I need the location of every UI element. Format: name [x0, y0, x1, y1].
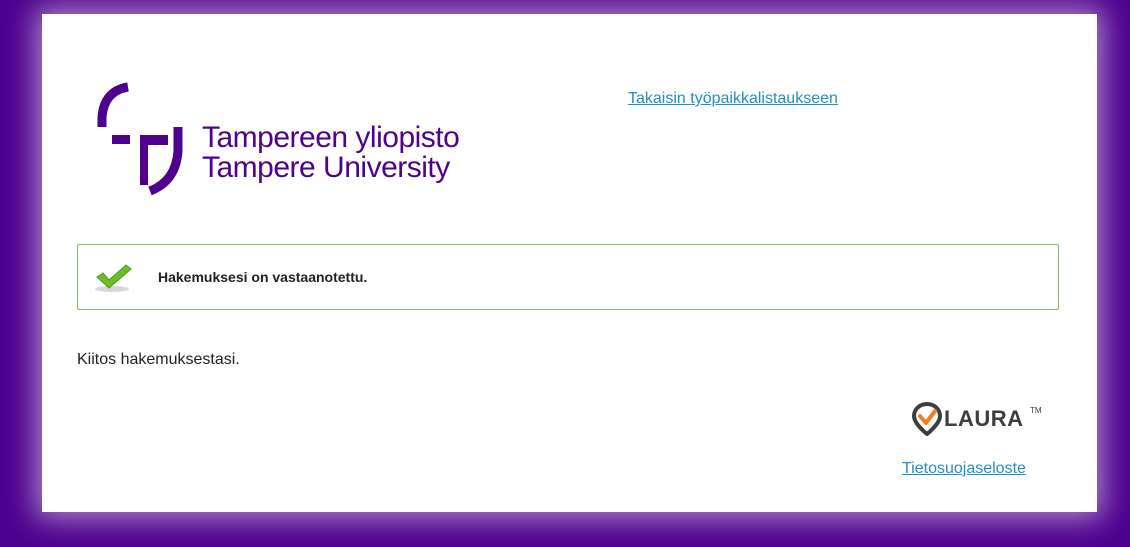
back-to-job-listings-link[interactable]: Takaisin työpaikkalistaukseen: [628, 90, 838, 108]
trademark-mark: TM: [1030, 406, 1042, 415]
logo-line-english: Tampere University: [202, 151, 450, 184]
laura-logo: LAURA TM: [912, 400, 1052, 440]
main-card: Tampereen yliopisto Tampere University T…: [42, 14, 1097, 512]
laura-brand-text: LAURA: [944, 406, 1024, 431]
tampere-logo-icon: [97, 82, 183, 196]
laura-pin-icon: [912, 402, 942, 436]
success-alert: Hakemuksesi on vastaanotettu.: [77, 244, 1059, 310]
university-logo: Tampereen yliopisto Tampere University: [90, 69, 510, 199]
thanks-message: Kiitos hakemuksestasi.: [77, 351, 240, 368]
alert-message: Hakemuksesi on vastaanotettu.: [158, 269, 368, 285]
logo-text: Tampereen yliopisto Tampere University: [202, 121, 460, 184]
logo-line-finnish: Tampereen yliopisto: [202, 121, 460, 154]
checkmark-icon: [94, 263, 134, 298]
privacy-policy-link[interactable]: Tietosuojaseloste: [902, 460, 1026, 478]
